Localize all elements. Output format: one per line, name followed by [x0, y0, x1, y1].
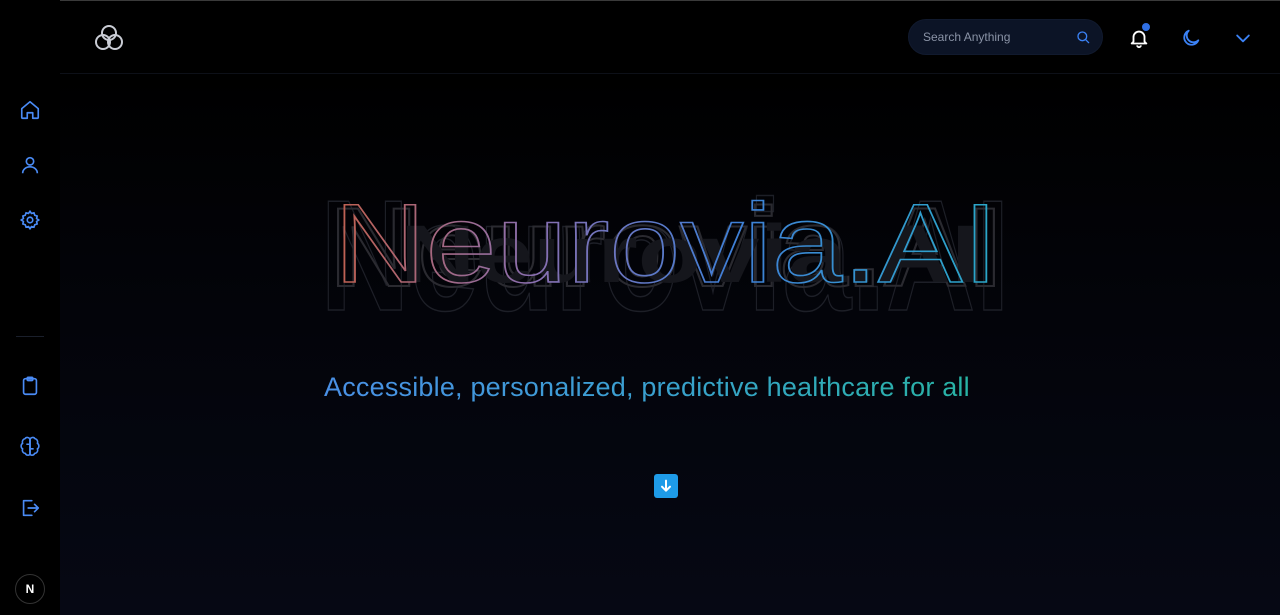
sidebar-item-clipboard[interactable]	[14, 370, 46, 402]
logo-icon	[95, 25, 123, 50]
hero-tagline: Accessible, personalized, predictive hea…	[324, 372, 1014, 412]
moon-icon	[1183, 29, 1200, 46]
chevron-down-icon	[1236, 34, 1250, 43]
sidebar-divider	[16, 336, 44, 337]
hero-title-graphic: Neurovia.AI Neurovia.AI Neurovia.AI Neur…	[319, 167, 1011, 345]
search-icon[interactable]	[1075, 29, 1091, 45]
home-icon	[20, 100, 40, 120]
hero-title: Neurovia.AI Neurovia.AI Neurovia.AI Neur…	[319, 150, 1011, 345]
brain-icon	[20, 436, 40, 456]
scroll-down-button[interactable]	[654, 474, 678, 498]
sidebar-item-home[interactable]	[14, 94, 46, 126]
window-top-border	[0, 0, 1280, 1]
clipboard-icon	[22, 376, 38, 396]
logout-icon	[22, 499, 40, 517]
sidebar-item-settings[interactable]	[14, 204, 46, 236]
sidebar-item-profile[interactable]	[14, 149, 46, 181]
hero-title-text: Neurovia.AI	[334, 181, 998, 306]
sidebar-item-brain[interactable]	[14, 431, 46, 463]
account-menu-button[interactable]	[1228, 23, 1258, 53]
gear-icon	[19, 209, 41, 231]
search-bar[interactable]	[908, 19, 1103, 55]
user-icon	[21, 156, 39, 174]
hero-tagline-text: Accessible, personalized, predictive hea…	[324, 372, 970, 402]
sidebar: N	[0, 0, 60, 615]
notification-button[interactable]	[1124, 23, 1154, 53]
app-logo[interactable]	[92, 22, 126, 54]
theme-toggle-button[interactable]	[1176, 23, 1206, 53]
arrow-down-icon	[661, 479, 671, 492]
notification-dot	[1142, 23, 1150, 31]
search-input[interactable]	[921, 29, 1075, 45]
framework-badge[interactable]: N	[15, 574, 45, 604]
sidebar-item-logout[interactable]	[14, 492, 46, 524]
